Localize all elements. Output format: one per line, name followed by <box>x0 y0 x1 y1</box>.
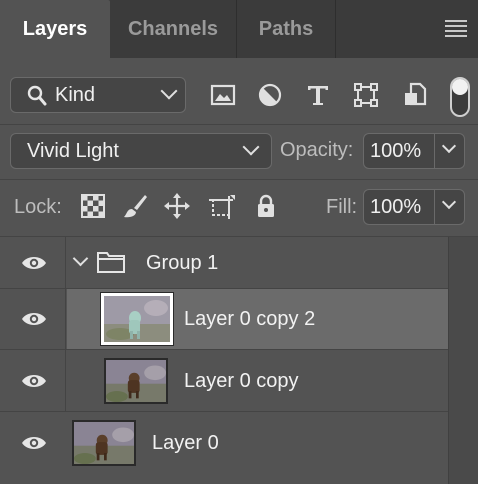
blend-mode-value: Vivid Light <box>27 140 119 162</box>
blend-mode-select[interactable]: Vivid Light <box>10 133 272 169</box>
eye-icon[interactable] <box>21 435 47 451</box>
shape-filter-icon[interactable] <box>352 81 380 109</box>
layer-row-layer-0-copy[interactable]: Layer 0 copy <box>0 350 448 412</box>
opacity-input[interactable]: 100% <box>363 133 435 169</box>
bear-image-thumbnail <box>104 296 170 342</box>
layer-name: Layer 0 copy <box>184 370 299 392</box>
smart-object-filter-icon[interactable] <box>401 81 429 109</box>
blend-mode-row: Vivid Light Opacity: 100% <box>0 125 478 179</box>
layer-filter-row: Kind <box>0 58 478 124</box>
lock-label: Lock: <box>14 196 62 218</box>
artboard-lock-icon[interactable] <box>208 192 236 220</box>
bear-image-thumbnail <box>106 360 166 402</box>
opacity-dropdown-button[interactable] <box>435 133 465 169</box>
type-filter-icon[interactable] <box>304 81 332 109</box>
fill-dropdown-button[interactable] <box>435 189 465 225</box>
layers-scrollbar[interactable] <box>448 237 478 484</box>
layer-row-group-1[interactable]: Group 1 <box>0 237 448 289</box>
chevron-down-icon <box>160 82 178 100</box>
layer-thumbnail[interactable] <box>72 420 136 466</box>
fill-value: 100% <box>370 196 422 218</box>
adjustment-filter-icon[interactable] <box>256 81 284 109</box>
chevron-down-icon <box>441 138 457 154</box>
toggle-knob <box>452 79 468 95</box>
visibility-cell <box>0 237 66 288</box>
lock-row: Lock: Fill: 100% <box>0 180 478 236</box>
layer-name: Group 1 <box>146 252 219 274</box>
tab-paths[interactable]: Paths <box>237 0 335 58</box>
layer-content: Layer 0 copy 2 <box>67 289 448 349</box>
layer-name: Layer 0 <box>152 432 219 454</box>
tab-channels[interactable]: Channels <box>110 0 236 58</box>
chevron-down-icon <box>441 194 457 210</box>
eye-icon[interactable] <box>21 311 47 327</box>
visibility-cell <box>0 412 66 474</box>
eye-icon[interactable] <box>21 373 47 389</box>
fill-label: Fill: <box>326 196 358 218</box>
image-filter-icon[interactable] <box>209 81 237 109</box>
layer-content: Layer 0 <box>66 412 448 474</box>
layer-name: Layer 0 copy 2 <box>184 308 316 330</box>
folder-icon <box>97 252 125 273</box>
layer-content: Layer 0 copy <box>67 350 448 411</box>
brush-icon[interactable] <box>121 192 149 220</box>
layer-row-layer-0[interactable]: Layer 0 <box>0 412 448 474</box>
filter-toggle-switch[interactable] <box>450 77 470 117</box>
move-icon[interactable] <box>163 192 191 220</box>
panel-tab-bar: Layers Channels Paths <box>0 0 478 58</box>
panel-menu-icon[interactable] <box>445 20 467 38</box>
opacity-label: Opacity: <box>280 139 354 161</box>
layer-row-layer-0-copy-2[interactable]: Layer 0 copy 2 <box>0 289 448 350</box>
layers-list: Group 1 Layer 0 copy 2 Layer 0 copy Laye… <box>0 237 448 484</box>
layer-thumbnail[interactable] <box>100 292 174 346</box>
bear-image-thumbnail <box>74 422 134 464</box>
filter-kind-select[interactable]: Kind <box>10 77 186 113</box>
layer-content: Group 1 <box>67 237 448 288</box>
tab-separator <box>335 0 336 58</box>
tab-layers[interactable]: Layers <box>0 0 110 58</box>
eye-icon[interactable] <box>21 255 47 271</box>
fill-input[interactable]: 100% <box>363 189 435 225</box>
chevron-down-icon <box>242 138 260 156</box>
chevron-down-icon[interactable] <box>72 250 89 267</box>
filter-kind-label: Kind <box>55 84 96 106</box>
visibility-cell <box>0 350 66 411</box>
opacity-value: 100% <box>370 140 422 162</box>
lock-all-icon[interactable] <box>252 192 280 220</box>
search-icon <box>27 85 47 106</box>
visibility-cell <box>0 289 66 349</box>
lock-transparent-pixels-icon[interactable] <box>79 192 107 220</box>
layer-thumbnail[interactable] <box>104 358 168 404</box>
